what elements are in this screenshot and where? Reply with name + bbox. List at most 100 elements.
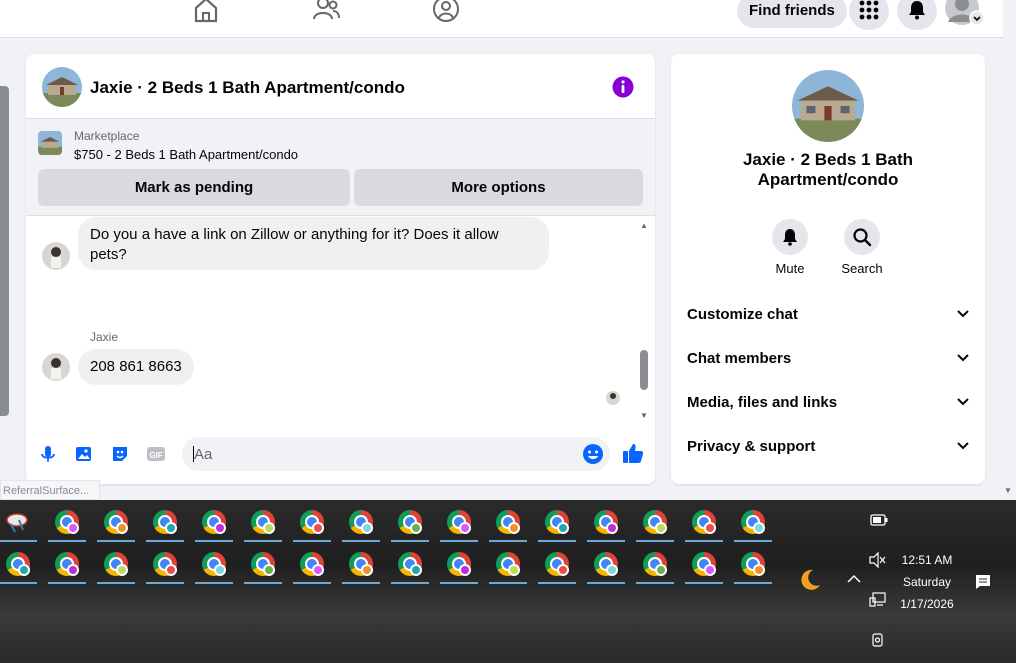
mute-circle[interactable] — [772, 219, 808, 255]
mute-button[interactable]: Mute — [760, 219, 820, 276]
find-friends-button[interactable]: Find friends — [737, 0, 847, 28]
taskbar-chrome-profile[interactable] — [538, 548, 576, 584]
thumbs-up-icon[interactable] — [622, 442, 644, 464]
chevron-up-icon[interactable] — [847, 574, 861, 584]
info-icon[interactable] — [612, 76, 634, 98]
sticker-icon[interactable] — [110, 444, 130, 464]
listing-avatar[interactable] — [42, 67, 82, 107]
taskbar-pinned-app[interactable] — [0, 506, 37, 542]
message-bubble[interactable]: Do you a have a link on Zillow or anythi… — [78, 217, 549, 270]
listing-thumbnail[interactable] — [38, 131, 62, 155]
message-scroll-up-arrow[interactable]: ▲ — [640, 221, 648, 230]
chat-title: Jaxie · 2 Beds 1 Bath Apartment/condo — [90, 78, 405, 97]
microphone-icon[interactable] — [38, 444, 58, 464]
read-receipt-avatar — [606, 391, 620, 405]
taskbar-chrome-profile[interactable] — [48, 548, 86, 584]
profile-badge-icon — [116, 522, 128, 534]
message-input[interactable] — [182, 437, 610, 471]
search-circle[interactable] — [844, 219, 880, 255]
taskbar-chrome-profile[interactable] — [489, 548, 527, 584]
clock-day[interactable]: Saturday — [893, 575, 961, 589]
customize-chat-row[interactable]: Customize chat — [687, 306, 969, 326]
taskbar-chrome-profile[interactable] — [440, 548, 478, 584]
taskbar-chrome-profile[interactable] — [538, 506, 576, 542]
network-icon[interactable] — [869, 592, 887, 608]
profile-badge-icon — [18, 564, 30, 576]
taskbar-chrome-profile[interactable] — [685, 506, 723, 542]
taskbar-chrome-profile[interactable] — [391, 548, 429, 584]
profile-badge-icon — [67, 564, 79, 576]
taskbar-chrome-profile[interactable] — [342, 506, 380, 542]
taskbar-chrome-profile[interactable] — [146, 506, 184, 542]
chevron-down-icon — [957, 310, 969, 318]
privacy-support-row[interactable]: Privacy & support — [687, 438, 969, 458]
more-options-button[interactable]: More options — [354, 169, 643, 206]
taskbar-chrome-profile[interactable] — [48, 506, 86, 542]
message-bubble[interactable]: 208 861 8663 — [78, 349, 194, 385]
taskbar-chrome-profile[interactable] — [342, 548, 380, 584]
taskbar-chrome-profile[interactable] — [244, 548, 282, 584]
profile-badge-icon — [312, 522, 324, 534]
search-button[interactable]: Search — [832, 219, 892, 276]
listing-avatar-large[interactable] — [792, 70, 864, 142]
taskbar-chrome-profile[interactable] — [244, 506, 282, 542]
media-files-links-row[interactable]: Media, files and links — [687, 394, 969, 414]
taskbar-chrome-profile[interactable] — [195, 506, 233, 542]
taskbar-chrome-profile[interactable] — [146, 548, 184, 584]
search-icon — [853, 228, 872, 247]
page-scroll-down-arrow[interactable]: ▼ — [1004, 486, 1012, 495]
battery-icon[interactable] — [870, 514, 888, 526]
notifications-button[interactable] — [897, 0, 937, 30]
page-scrollbar[interactable] — [0, 86, 9, 416]
taskbar-chrome-profile[interactable] — [734, 506, 772, 542]
gif-icon[interactable]: GIF — [146, 444, 166, 464]
profile-badge-icon — [263, 564, 275, 576]
action-center-icon[interactable] — [975, 574, 991, 590]
photo-icon[interactable] — [74, 444, 94, 464]
taskbar-chrome-profile[interactable] — [293, 548, 331, 584]
listing-price[interactable]: $750 - 2 Beds 1 Bath Apartment/condo — [74, 147, 298, 162]
taskbar-chrome-profile[interactable] — [636, 548, 674, 584]
emoji-icon[interactable] — [582, 443, 604, 465]
account-avatar[interactable] — [944, 0, 984, 30]
chat-members-row[interactable]: Chat members — [687, 350, 969, 370]
volume-muted-icon[interactable] — [869, 552, 887, 568]
profile-badge-icon — [459, 564, 471, 576]
night-light-moon-icon[interactable] — [798, 568, 822, 592]
groups-icon[interactable] — [431, 0, 461, 24]
friends-icon[interactable] — [311, 0, 341, 24]
profile-badge-icon — [753, 564, 765, 576]
taskbar-chrome-profile[interactable] — [587, 548, 625, 584]
row-label: Privacy & support — [687, 438, 816, 455]
profile-badge-icon — [606, 522, 618, 534]
taskbar-chrome-profile[interactable] — [391, 506, 429, 542]
taskbar-chrome-profile[interactable] — [440, 506, 478, 542]
taskbar-chrome-profile[interactable] — [0, 548, 37, 584]
mark-as-pending-button[interactable]: Mark as pending — [38, 169, 350, 206]
marketplace-label: Marketplace — [74, 129, 140, 143]
taskbar-chrome-profile[interactable] — [636, 506, 674, 542]
person-photo-icon — [42, 242, 70, 270]
sender-avatar[interactable] — [42, 242, 70, 270]
taskbar-chrome-profile[interactable] — [734, 548, 772, 584]
clock-date[interactable]: 1/17/2026 — [893, 597, 961, 611]
taskbar-chrome-profile[interactable] — [293, 506, 331, 542]
profile-badge-icon — [214, 564, 226, 576]
taskbar-chrome-profile[interactable] — [489, 506, 527, 542]
top-navigation-bar: Find friends — [0, 0, 1003, 38]
taskbar-chrome-profile[interactable] — [587, 506, 625, 542]
message-scroll-down-arrow[interactable]: ▼ — [640, 411, 648, 420]
taskbar-chrome-profile[interactable] — [685, 548, 723, 584]
message-scrollbar[interactable] — [640, 350, 648, 390]
profile-badge-icon — [508, 522, 520, 534]
menu-button[interactable] — [849, 0, 889, 30]
taskbar-chrome-profile[interactable] — [195, 548, 233, 584]
meet-now-icon[interactable] — [870, 632, 886, 648]
row-label: Customize chat — [687, 306, 798, 323]
taskbar-chrome-profile[interactable] — [97, 548, 135, 584]
sender-avatar[interactable] — [42, 353, 70, 381]
taskbar-chrome-profile[interactable] — [97, 506, 135, 542]
home-icon[interactable] — [191, 0, 221, 24]
clock-time[interactable]: 12:51 AM — [893, 553, 961, 567]
profile-badge-icon — [410, 564, 422, 576]
